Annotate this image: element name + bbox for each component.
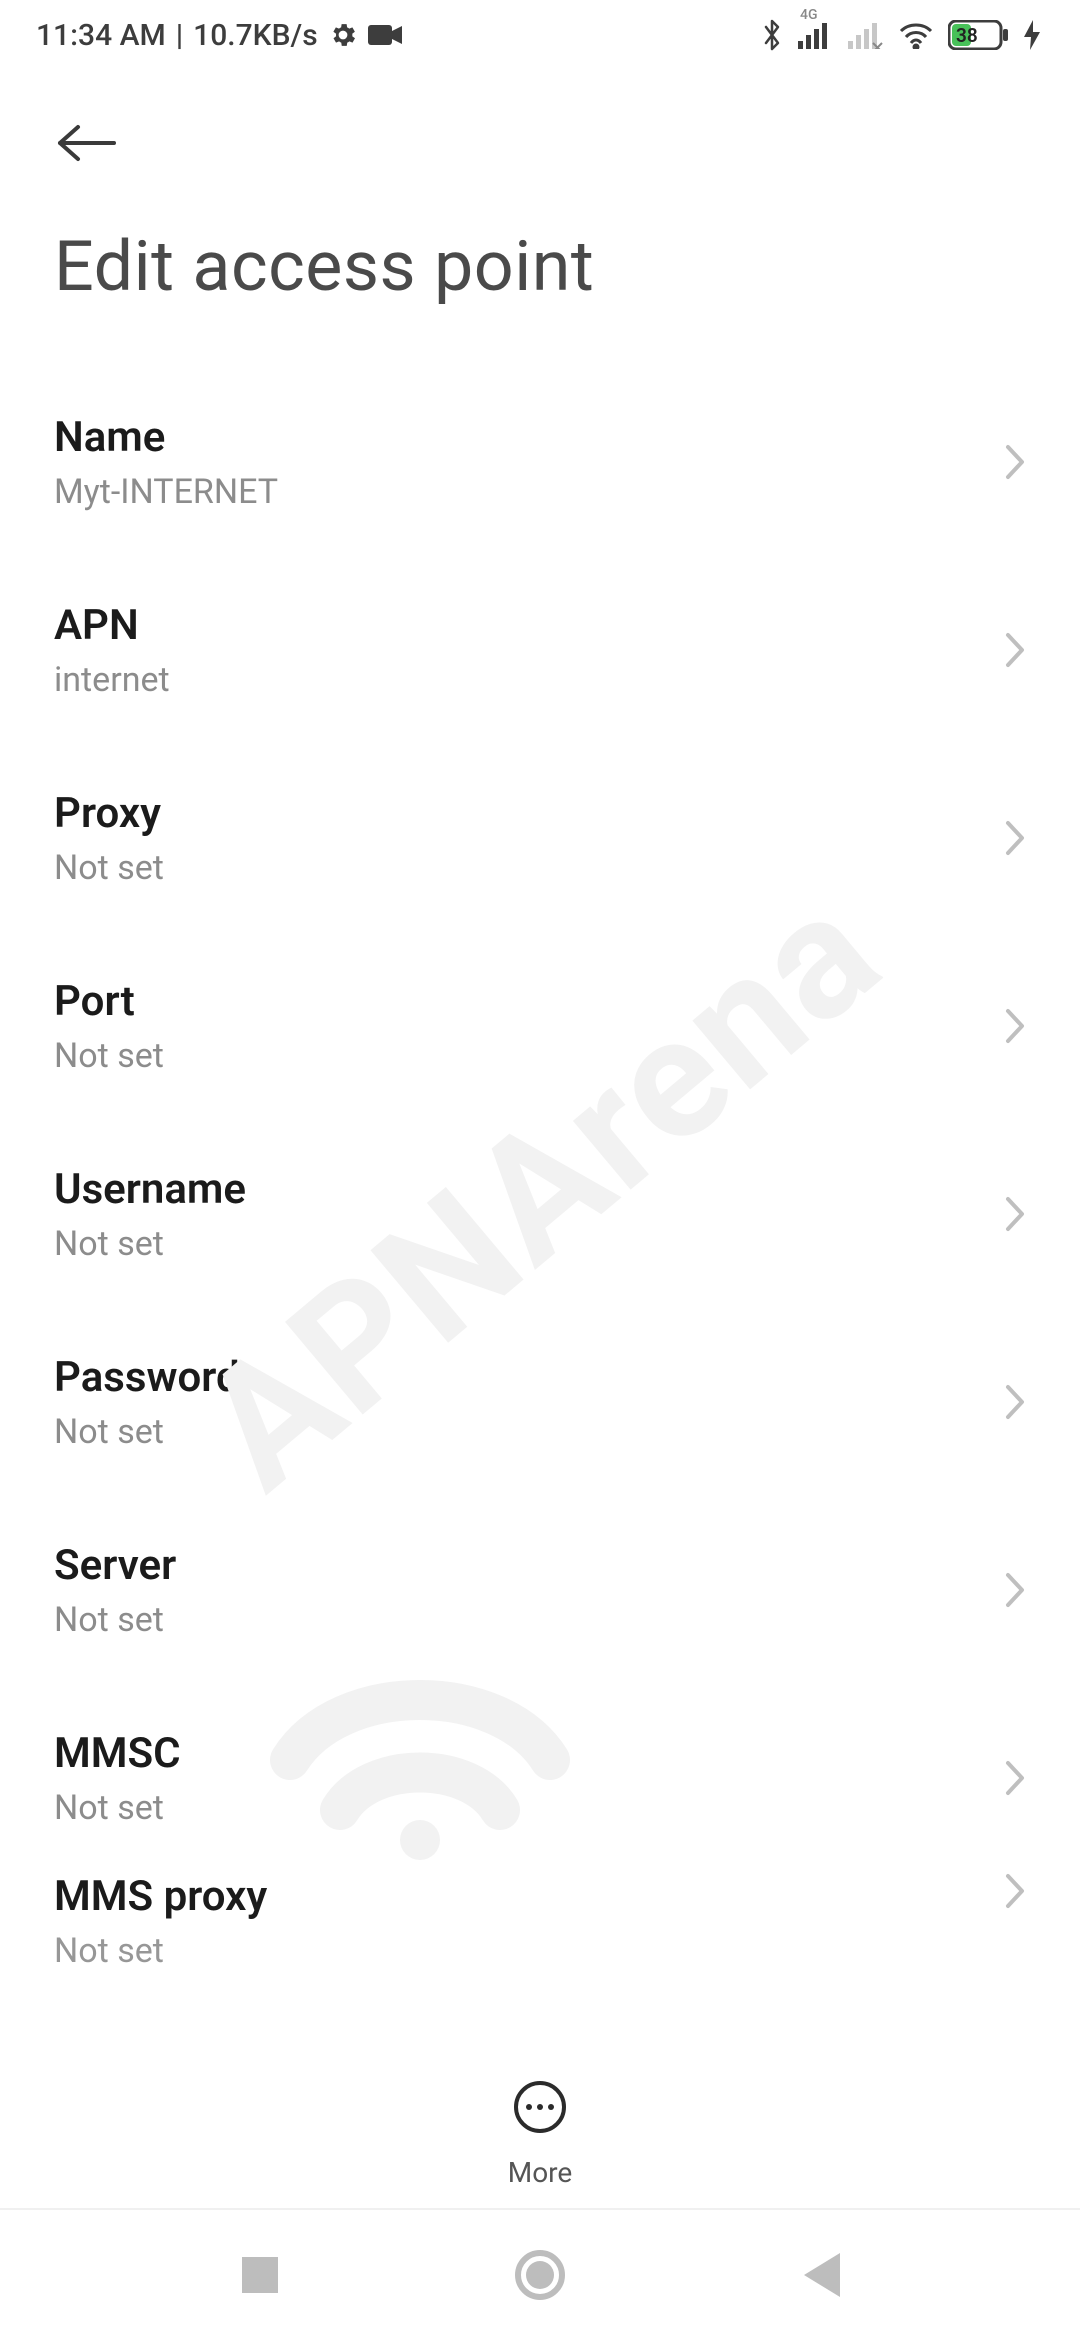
status-right: 4G 38 — [760, 18, 1040, 52]
row-title: Password — [54, 1353, 240, 1402]
signal-nosim-icon — [848, 21, 884, 49]
chevron-right-icon — [1004, 1383, 1026, 1421]
row-proxy[interactable]: Proxy Not set — [54, 744, 1026, 932]
row-value: Not set — [54, 1931, 267, 1971]
status-bar: 11:34 AM | 10.7KB/s 4G 38 — [0, 0, 1080, 70]
row-title: MMSC — [54, 1729, 181, 1778]
row-value: Not set — [54, 1036, 164, 1076]
status-speed: 10.7KB/s — [193, 18, 318, 53]
gear-icon — [328, 20, 358, 50]
row-value: Myt-INTERNET — [54, 472, 278, 512]
row-value: Not set — [54, 1600, 176, 1640]
header — [0, 70, 1080, 178]
nav-recent-button[interactable] — [220, 2235, 300, 2315]
status-left: 11:34 AM | 10.7KB/s — [36, 18, 402, 53]
chevron-right-icon — [1004, 1759, 1026, 1797]
row-value: Not set — [54, 1788, 181, 1828]
chevron-right-icon — [1004, 631, 1026, 669]
nav-back-button[interactable] — [780, 2235, 860, 2315]
nav-home-button[interactable] — [500, 2235, 580, 2315]
bottom-bar: More — [0, 2060, 1080, 2340]
chevron-right-icon — [1004, 1195, 1026, 1233]
row-title: APN — [54, 601, 170, 650]
settings-list: Name Myt-INTERNET APN internet Proxy Not… — [0, 368, 1080, 1992]
row-name[interactable]: Name Myt-INTERNET — [54, 368, 1026, 556]
charging-icon — [1024, 20, 1040, 50]
row-value: Not set — [54, 1224, 246, 1264]
chevron-right-icon — [1004, 819, 1026, 857]
back-button[interactable] — [54, 108, 124, 178]
row-title: Server — [54, 1541, 176, 1590]
row-server[interactable]: Server Not set — [54, 1496, 1026, 1684]
row-title: Name — [54, 413, 278, 462]
chevron-right-icon — [1004, 1571, 1026, 1609]
row-password[interactable]: Password Not set — [54, 1308, 1026, 1496]
row-username[interactable]: Username Not set — [54, 1120, 1026, 1308]
chevron-right-icon — [1004, 443, 1026, 481]
battery-percent: 38 — [956, 24, 978, 47]
chevron-right-icon — [1004, 1872, 1026, 1910]
wifi-icon — [898, 21, 934, 49]
row-mmsc[interactable]: MMSC Not set — [54, 1684, 1026, 1872]
signal-4g-icon: 4G — [798, 21, 834, 49]
status-time: 11:34 AM — [36, 18, 166, 53]
row-title: Port — [54, 977, 164, 1026]
more-icon — [513, 2080, 567, 2138]
more-button[interactable]: More — [0, 2060, 1080, 2208]
row-mms-proxy[interactable]: MMS proxy Not set — [54, 1872, 1026, 1992]
network-type-label: 4G — [800, 7, 818, 23]
row-title: MMS proxy — [54, 1872, 267, 1921]
row-port[interactable]: Port Not set — [54, 932, 1026, 1120]
row-title: Username — [54, 1165, 246, 1214]
row-value: internet — [54, 660, 170, 700]
battery-icon: 38 — [948, 20, 1010, 50]
more-label: More — [508, 2156, 573, 2189]
camera-icon — [368, 23, 402, 47]
row-apn[interactable]: APN internet — [54, 556, 1026, 744]
bluetooth-icon — [760, 18, 784, 52]
row-title: Proxy — [54, 789, 164, 838]
page-title: Edit access point — [0, 178, 1080, 368]
chevron-right-icon — [1004, 1007, 1026, 1045]
row-value: Not set — [54, 1412, 240, 1452]
row-value: Not set — [54, 848, 164, 888]
navigation-bar — [0, 2208, 1080, 2340]
status-separator: | — [176, 18, 183, 53]
